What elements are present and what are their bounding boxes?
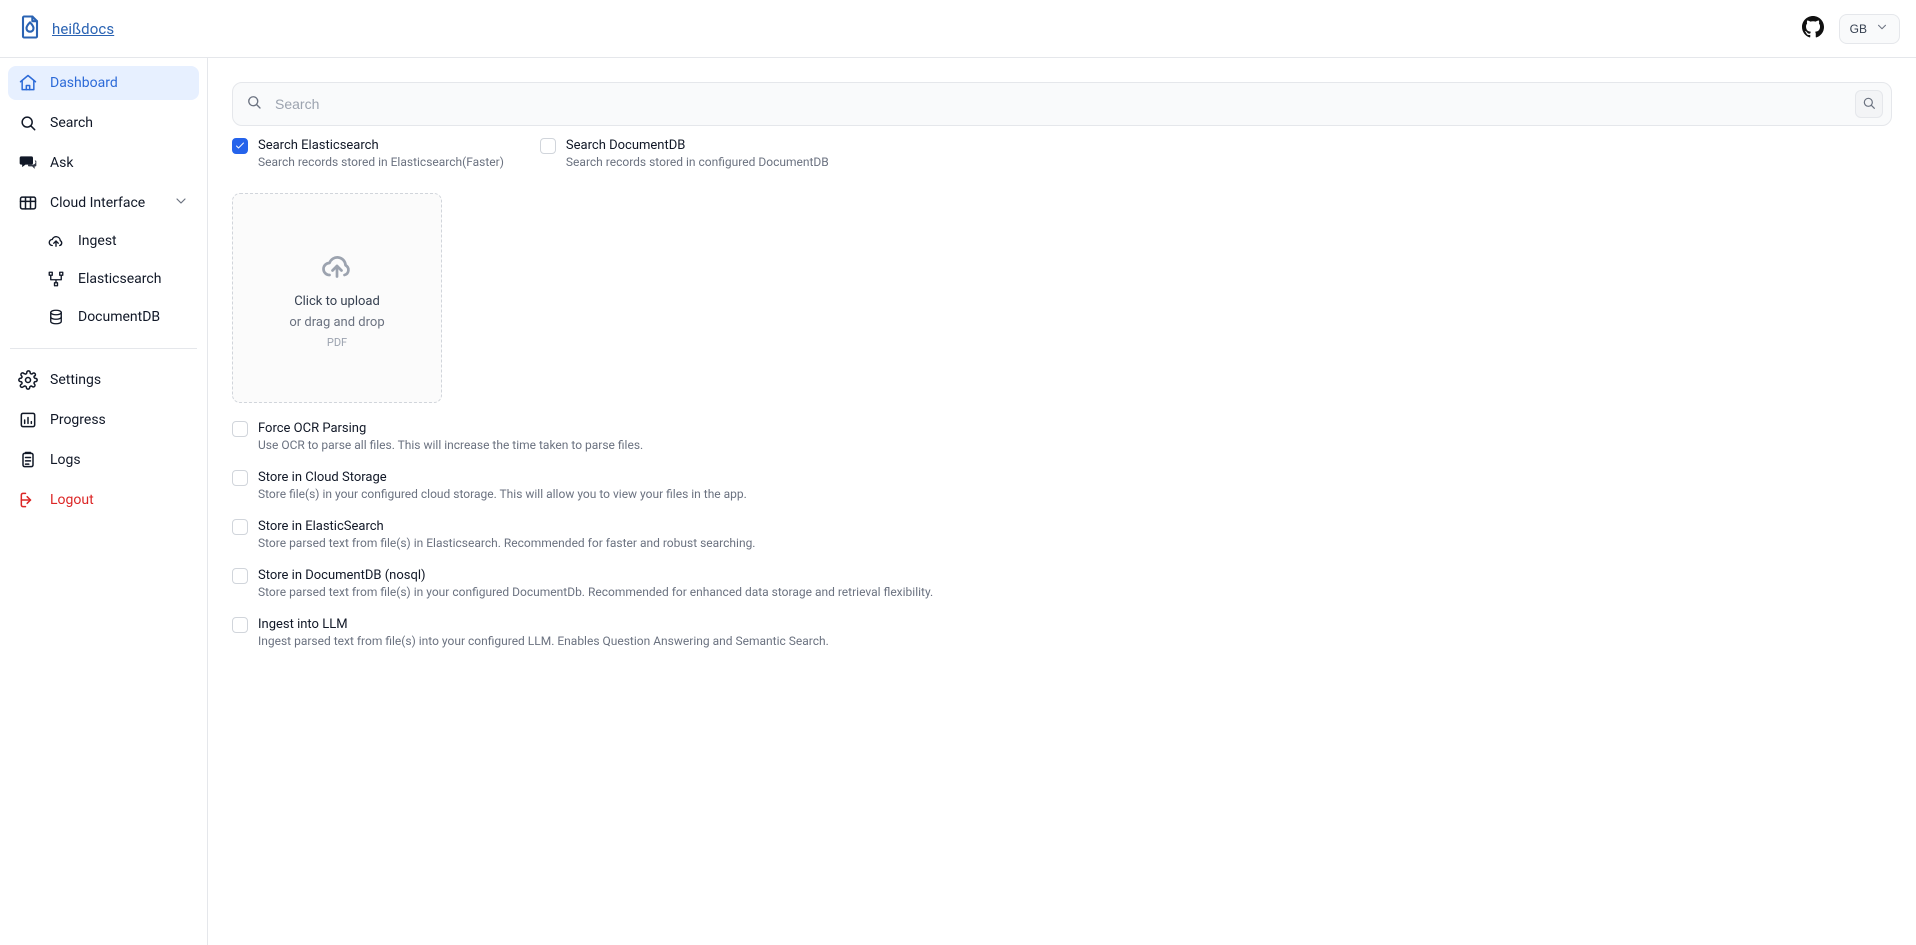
chat-icon — [18, 153, 38, 173]
sidebar-item-label: Dashboard — [50, 75, 118, 91]
filter-es[interactable]: Search Elasticsearch Search records stor… — [232, 138, 504, 169]
chevron-down-icon — [1875, 20, 1889, 37]
search-icon — [245, 93, 263, 115]
progress-icon — [18, 410, 38, 430]
sidebar-item-logs[interactable]: Logs — [8, 443, 199, 477]
sidebar-item-label: Logout — [50, 492, 94, 508]
checkbox-unchecked-icon — [232, 519, 248, 535]
option-desc: Ingest parsed text from file(s) into you… — [258, 634, 829, 648]
sidebar-item-label: Logs — [50, 452, 81, 468]
sidebar-item-label: Search — [50, 115, 93, 131]
checkbox-unchecked-icon — [540, 138, 556, 154]
sidebar-divider — [10, 348, 197, 349]
logout-icon — [18, 490, 38, 510]
checkbox-unchecked-icon — [232, 470, 248, 486]
search-input[interactable] — [273, 95, 1845, 113]
dropzone-primary: Click to upload — [294, 294, 380, 309]
option-ingest-llm[interactable]: Ingest into LLM Ingest parsed text from … — [232, 617, 1132, 648]
sidebar-subitem-elasticsearch[interactable]: Elasticsearch — [36, 262, 199, 296]
option-title: Ingest into LLM — [258, 617, 829, 632]
sidebar-sublist-cloud: Ingest Elasticsearch DocumentDB — [8, 224, 199, 334]
sidebar: Dashboard Search Ask Cloud Interface — [0, 58, 208, 945]
checkbox-unchecked-icon — [232, 617, 248, 633]
sidebar-item-label: Elasticsearch — [78, 271, 161, 287]
option-store-docdb[interactable]: Store in DocumentDB (nosql) Store parsed… — [232, 568, 1132, 599]
option-desc: Store file(s) in your configured cloud s… — [258, 487, 747, 501]
option-title: Store in Cloud Storage — [258, 470, 747, 485]
gear-icon — [18, 370, 38, 390]
file-dropzone[interactable]: Click to upload or drag and drop PDF — [232, 193, 442, 403]
dropzone-hint: PDF — [327, 336, 347, 349]
option-title: Force OCR Parsing — [258, 421, 643, 436]
sidebar-item-label: Cloud Interface — [50, 195, 145, 211]
sidebar-item-label: Ask — [50, 155, 73, 171]
option-force-ocr[interactable]: Force OCR Parsing Use OCR to parse all f… — [232, 421, 1132, 452]
cloud-upload-icon — [319, 248, 355, 288]
cloud-upload-icon — [46, 231, 66, 251]
option-store-es[interactable]: Store in ElasticSearch Store parsed text… — [232, 519, 1132, 550]
github-icon — [1802, 16, 1824, 42]
brand-name: heißdocs — [52, 20, 114, 38]
sidebar-item-label: Progress — [50, 412, 106, 428]
option-title: Store in DocumentDB (nosql) — [258, 568, 933, 583]
brand[interactable]: heißdocs — [16, 13, 114, 45]
sidebar-item-progress[interactable]: Progress — [8, 403, 199, 437]
chevron-down-icon — [173, 193, 189, 213]
sidebar-item-ask[interactable]: Ask — [8, 146, 199, 180]
filter-docdb[interactable]: Search DocumentDB Search records stored … — [540, 138, 829, 169]
filter-title: Search DocumentDB — [566, 138, 829, 153]
sidebar-item-label: Ingest — [78, 233, 117, 249]
sidebar-item-cloud-interface[interactable]: Cloud Interface — [8, 186, 199, 220]
search-icon — [1861, 95, 1877, 114]
search-button[interactable] — [1855, 90, 1883, 118]
nodes-icon — [46, 269, 66, 289]
locale-selected: GB — [1850, 22, 1867, 36]
option-desc: Store parsed text from file(s) in your c… — [258, 585, 933, 599]
checkbox-unchecked-icon — [232, 421, 248, 437]
checkbox-checked-icon — [232, 138, 248, 154]
option-title: Store in ElasticSearch — [258, 519, 755, 534]
option-desc: Store parsed text from file(s) in Elasti… — [258, 536, 755, 550]
option-desc: Use OCR to parse all files. This will in… — [258, 438, 643, 452]
topbar: heißdocs GB — [0, 0, 1916, 58]
app: Dashboard Search Ask Cloud Interface — [0, 58, 1916, 945]
filters: Search Elasticsearch Search records stor… — [232, 138, 1892, 169]
sidebar-item-settings[interactable]: Settings — [8, 363, 199, 397]
sidebar-item-logout[interactable]: Logout — [8, 483, 199, 517]
brand-logo-icon — [16, 13, 44, 45]
main: Search Elasticsearch Search records stor… — [208, 58, 1916, 945]
filter-title: Search Elasticsearch — [258, 138, 504, 153]
sidebar-subitem-ingest[interactable]: Ingest — [36, 224, 199, 258]
clipboard-icon — [18, 450, 38, 470]
sidebar-item-label: DocumentDB — [78, 309, 160, 325]
locale-select[interactable]: GB — [1839, 14, 1900, 44]
topbar-right: GB — [1799, 14, 1900, 44]
options: Force OCR Parsing Use OCR to parse all f… — [232, 421, 1132, 648]
search-bar — [232, 82, 1892, 126]
database-icon — [46, 307, 66, 327]
search-icon — [18, 113, 38, 133]
sidebar-subitem-documentdb[interactable]: DocumentDB — [36, 300, 199, 334]
sidebar-item-label: Settings — [50, 372, 101, 388]
filter-desc: Search records stored in configured Docu… — [566, 155, 829, 169]
home-icon — [18, 73, 38, 93]
filter-desc: Search records stored in Elasticsearch(F… — [258, 155, 504, 169]
grid-icon — [18, 193, 38, 213]
sidebar-item-dashboard[interactable]: Dashboard — [8, 66, 199, 100]
option-store-cloud[interactable]: Store in Cloud Storage Store file(s) in … — [232, 470, 1132, 501]
dropzone-secondary: or drag and drop — [289, 315, 384, 330]
checkbox-unchecked-icon — [232, 568, 248, 584]
github-link[interactable] — [1799, 15, 1827, 43]
sidebar-item-search[interactable]: Search — [8, 106, 199, 140]
